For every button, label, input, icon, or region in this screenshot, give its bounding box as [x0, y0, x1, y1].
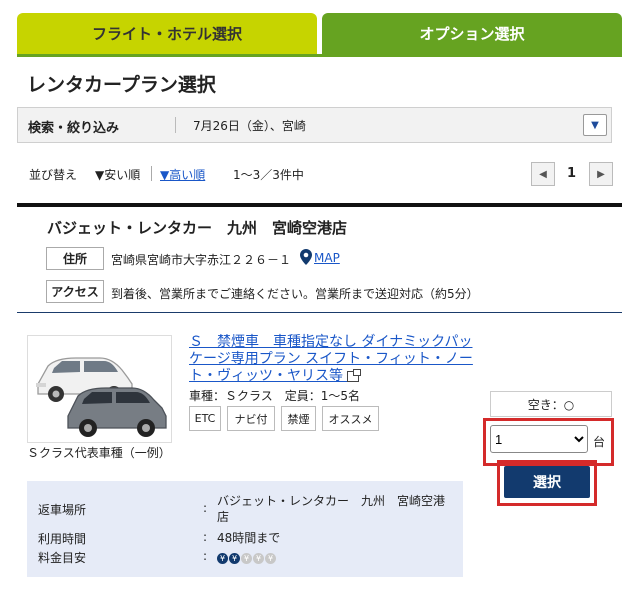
- colon: :: [203, 530, 208, 544]
- external-window-icon: [347, 368, 362, 382]
- return-location-label: 返車場所: [38, 503, 87, 517]
- access-tag: アクセス: [46, 280, 104, 303]
- yen-coin-filled-icon: ¥: [217, 553, 228, 564]
- filter-label: 検索・絞り込み: [28, 121, 120, 136]
- shop-access: 到着後、営業所までご連絡ください。営業所まで送迎対応（約5分）: [111, 287, 479, 301]
- sort-cheapest-link[interactable]: ▼安い順: [95, 166, 140, 183]
- availability-status: 空き：○: [490, 391, 612, 417]
- select-button[interactable]: 選択: [504, 466, 590, 498]
- chevron-left-icon: ◀: [539, 168, 547, 180]
- shop-divider: [17, 312, 622, 313]
- plan-title-link[interactable]: Ｓ 禁煙車 車種指定なし ダイナミックパッケージ専用プラン スイフト・フィット・…: [189, 334, 479, 385]
- return-location-value: バジェット・レンタカー 九州 宮崎空港店: [217, 494, 446, 524]
- map-pin-icon[interactable]: [300, 249, 312, 269]
- sort-expensive-link[interactable]: ▼高い順: [160, 166, 205, 183]
- colon: :: [203, 501, 208, 515]
- availability-text: 空き：○: [527, 397, 575, 412]
- current-page: 1: [567, 166, 577, 181]
- yen-coin-filled-icon: ¥: [229, 553, 240, 564]
- yen-coin-empty-icon: ¥: [265, 553, 276, 564]
- address-tag: 住所: [46, 247, 104, 270]
- tab-underline: [17, 54, 622, 57]
- access-tag-label: アクセス: [51, 285, 99, 299]
- next-page-button[interactable]: ▶: [589, 162, 613, 186]
- tab-options[interactable]: オプション選択: [322, 13, 622, 54]
- page-title: レンタカープラン選択: [27, 74, 216, 96]
- colon: :: [203, 549, 208, 563]
- shop-name: バジェット・レンタカー 九州 宮崎空港店: [47, 219, 348, 237]
- tab-flight-hotel[interactable]: フライト・ホテル選択: [17, 13, 317, 54]
- filter-expand-button[interactable]: ▼: [583, 114, 607, 136]
- search-filter-bar[interactable]: 検索・絞り込み 7月26日（金）、宮崎 ▼: [17, 107, 612, 143]
- select-button-label: 選択: [533, 475, 561, 491]
- plan-details-panel: 返車場所 : バジェット・レンタカー 九州 宮崎空港店 利用時間 : 48時間ま…: [27, 481, 463, 577]
- quantity-select[interactable]: 1 2 3: [490, 425, 588, 453]
- price-level-indicator: ¥ ¥ ¥ ¥ ¥: [217, 548, 277, 567]
- tab-flight-hotel-label: フライト・ホテル選択: [91, 25, 242, 43]
- badge-navi-label: ナビ付: [234, 412, 268, 426]
- badge-navi: ナビ付: [227, 406, 275, 431]
- filter-divider: [175, 117, 176, 133]
- plan-spec: 車種：Ｓクラス 定員：1〜5名: [189, 389, 361, 403]
- sort-divider: [151, 166, 152, 181]
- quantity-unit: 台: [593, 435, 606, 449]
- shop-address: 宮崎県宮崎市大字赤江２２６－１: [111, 253, 292, 267]
- price-guide-label: 料金目安: [38, 551, 87, 565]
- chevron-right-icon: ▶: [597, 168, 605, 180]
- usage-time-label: 利用時間: [38, 532, 87, 546]
- section-divider: [17, 203, 622, 207]
- badge-recommended: オススメ: [322, 406, 379, 431]
- chevron-down-icon: ▼: [591, 119, 599, 131]
- sort-label: 並び替え: [29, 168, 78, 182]
- address-tag-label: 住所: [62, 252, 87, 266]
- car-image-caption: Ｓクラス代表車種（一例）: [27, 446, 171, 460]
- car-image: [27, 335, 172, 443]
- prev-page-button[interactable]: ◀: [531, 162, 555, 186]
- map-link[interactable]: MAP: [314, 251, 340, 265]
- result-count: 1〜3／3件中: [233, 168, 304, 182]
- yen-coin-empty-icon: ¥: [241, 553, 252, 564]
- badge-etc-label: ETC: [194, 412, 216, 425]
- badge-etc: ETC: [189, 406, 221, 431]
- tab-options-label: オプション選択: [419, 25, 525, 43]
- usage-time-value: 48時間まで: [217, 531, 281, 545]
- filter-summary: 7月26日（金）、宮崎: [193, 119, 306, 133]
- plan-title-text: Ｓ 禁煙車 車種指定なし ダイナミックパッケージ専用プラン スイフト・フィット・…: [189, 334, 473, 384]
- yen-coin-empty-icon: ¥: [253, 553, 264, 564]
- badge-nonsmoking: 禁煙: [281, 406, 316, 431]
- badge-nonsmoking-label: 禁煙: [287, 412, 310, 426]
- badge-recommended-label: オススメ: [328, 412, 373, 426]
- grey-car-icon: [67, 387, 167, 437]
